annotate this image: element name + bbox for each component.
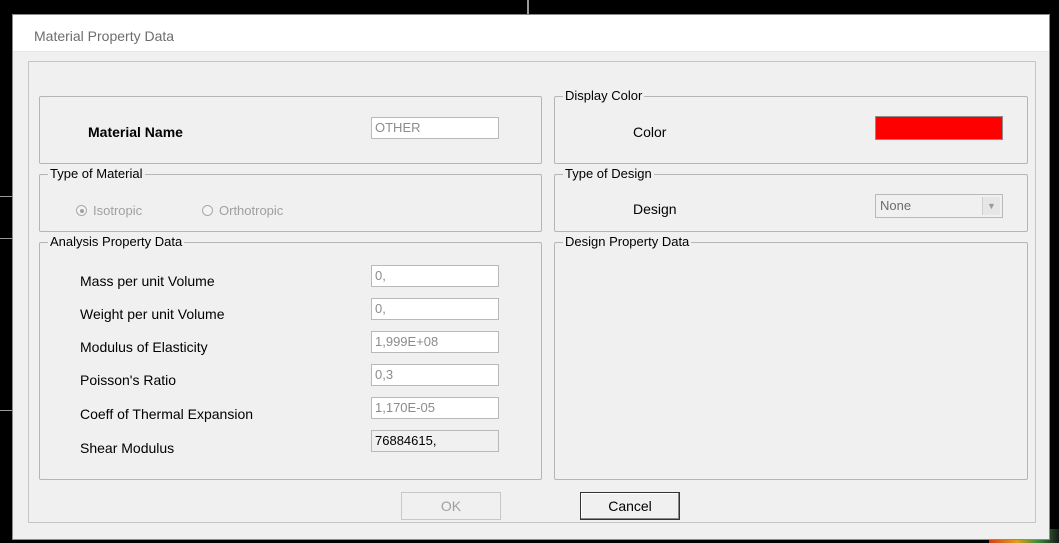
type-of-design-legend: Type of Design [563, 166, 654, 182]
weight-per-unit-volume-input[interactable]: 0, [371, 298, 499, 320]
chevron-down-icon[interactable]: ▼ [982, 197, 1000, 215]
weight-per-unit-volume-label: Weight per unit Volume [80, 306, 225, 322]
orthotropic-radio[interactable]: Orthotropic [202, 203, 283, 218]
design-select-value: None [880, 198, 912, 213]
mass-per-unit-volume-label: Mass per unit Volume [80, 273, 215, 289]
dialog-title: Material Property Data [34, 28, 175, 44]
analysis-property-group: Analysis Property Data Mass per unit Vol… [39, 234, 542, 480]
analysis-property-legend: Analysis Property Data [48, 234, 185, 250]
material-name-label: Material Name [88, 124, 183, 140]
shear-modulus-value: 76884615, [371, 430, 499, 452]
thermal-expansion-input[interactable]: 1,170E-05 [371, 397, 499, 419]
isotropic-label: Isotropic [93, 203, 143, 218]
color-swatch-button[interactable] [875, 116, 1003, 140]
material-name-input[interactable]: OTHER [371, 117, 499, 139]
ok-button[interactable]: OK [401, 492, 501, 520]
radio-unselected-icon [202, 205, 213, 216]
dialog-content-frame: Material Name OTHER Display Color Color … [28, 61, 1036, 523]
orthotropic-label: Orthotropic [219, 203, 284, 218]
material-name-group: Material Name OTHER [39, 96, 542, 164]
color-label: Color [633, 124, 667, 140]
modulus-of-elasticity-input[interactable]: 1,999E+08 [371, 331, 499, 353]
type-of-material-group: Type of Material Isotropic Orthotropic [39, 166, 542, 232]
type-of-material-legend: Type of Material [48, 166, 145, 182]
design-select[interactable]: None ▼ [875, 194, 1003, 218]
background-divider [0, 238, 12, 239]
cancel-button[interactable]: Cancel [580, 492, 680, 520]
design-property-group: Design Property Data [554, 234, 1028, 480]
type-of-design-group: Type of Design Design None ▼ [554, 166, 1028, 232]
isotropic-radio[interactable]: Isotropic [76, 203, 142, 218]
display-color-group: Display Color Color [554, 88, 1028, 164]
background-divider [0, 196, 12, 197]
background-divider [527, 0, 529, 14]
poissons-ratio-label: Poisson's Ratio [80, 372, 177, 388]
design-label: Design [633, 201, 677, 217]
design-property-legend: Design Property Data [563, 234, 692, 250]
material-property-dialog: Material Property Data Material Name OTH… [12, 14, 1050, 540]
title-bar[interactable]: Material Property Data [13, 15, 1049, 52]
background-divider [0, 410, 12, 411]
mass-per-unit-volume-input[interactable]: 0, [371, 265, 499, 287]
modulus-of-elasticity-label: Modulus of Elasticity [80, 339, 208, 355]
thermal-expansion-label: Coeff of Thermal Expansion [80, 406, 254, 422]
radio-selected-icon [76, 205, 87, 216]
poissons-ratio-input[interactable]: 0,3 [371, 364, 499, 386]
display-color-legend: Display Color [563, 88, 645, 104]
shear-modulus-label: Shear Modulus [80, 440, 175, 456]
